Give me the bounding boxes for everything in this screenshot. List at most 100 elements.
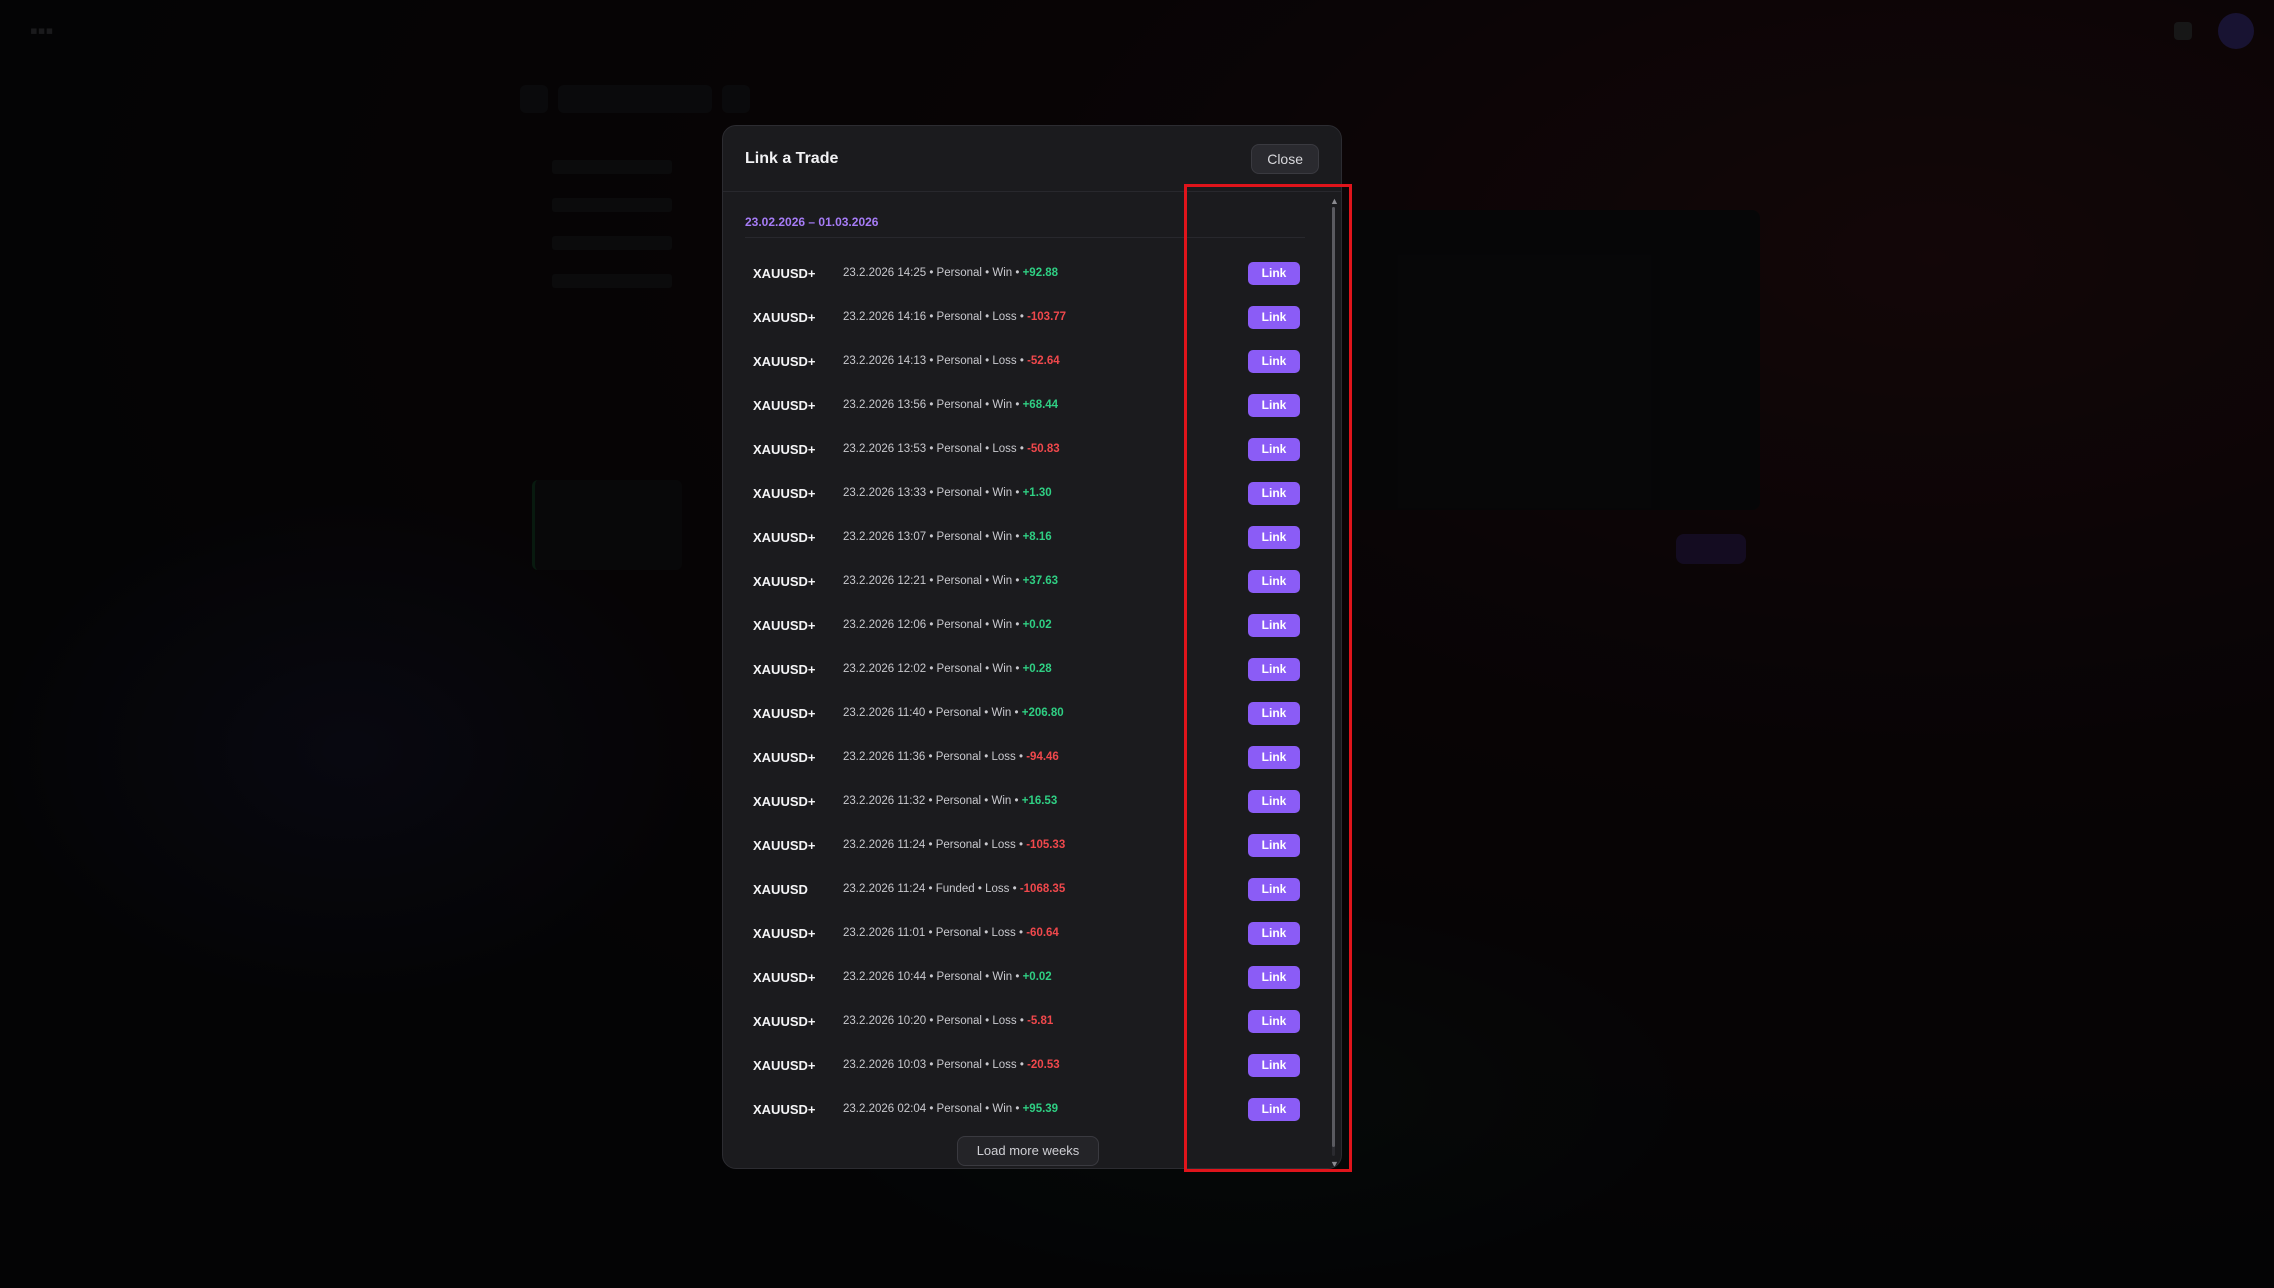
trade-details: 23.2.2026 13:07 • Personal • Win • +8.16	[843, 531, 1052, 543]
trade-meta-text: 23.2.2026 14:25 • Personal • Win •	[843, 267, 1023, 279]
trade-symbol: XAUUSD+	[753, 1057, 816, 1073]
trade-row: XAUUSD+ 23.2.2026 11:24 • Personal • Loss…	[723, 823, 1323, 867]
trade-details: 23.2.2026 12:02 • Personal • Win • +0.28	[843, 663, 1052, 675]
trade-details: 23.2.2026 11:01 • Personal • Loss • -60.…	[843, 927, 1059, 939]
trade-row: XAUUSD+ 23.2.2026 13:56 • Personal • Win …	[723, 383, 1323, 427]
trade-pnl: +37.63	[1022, 575, 1059, 587]
trade-details: 23.2.2026 02:04 • Personal • Win • +95.3…	[843, 1103, 1058, 1115]
link-trade-button[interactable]: Link	[1248, 305, 1300, 329]
link-trade-button[interactable]: Link	[1248, 481, 1300, 505]
link-trade-button[interactable]: Link	[1248, 1009, 1300, 1033]
trade-pnl: +92.88	[1022, 267, 1059, 279]
trade-row: XAUUSD+ 23.2.2026 11:36 • Personal • Loss…	[723, 735, 1323, 779]
trade-pnl: -60.64	[1026, 927, 1059, 939]
trade-meta-text: 23.2.2026 10:20 • Personal • Loss •	[843, 1015, 1028, 1027]
trade-row: XAUUSD+ 23.2.2026 10:03 • Personal • Loss…	[723, 1043, 1323, 1087]
trade-symbol: XAUUSD	[753, 881, 808, 897]
trade-row: XAUUSD+ 23.2.2026 12:02 • Personal • Win …	[723, 647, 1323, 691]
scrollbar[interactable]: ▲ ▼	[1329, 193, 1339, 1169]
trade-symbol: XAUUSD+	[753, 397, 816, 413]
link-trade-button[interactable]: Link	[1248, 921, 1300, 945]
trade-pnl: +95.39	[1022, 1103, 1059, 1115]
trade-meta-text: 23.2.2026 13:53 • Personal • Loss •	[843, 443, 1028, 455]
trade-pnl: +0.28	[1022, 663, 1052, 675]
trade-row: XAUUSD+ 23.2.2026 11:32 • Personal • Win …	[723, 779, 1323, 823]
trade-pnl: -94.46	[1026, 751, 1059, 763]
link-trade-button[interactable]: Link	[1248, 745, 1300, 769]
trade-symbol: XAUUSD+	[753, 1013, 816, 1029]
link-trade-button[interactable]: Link	[1248, 1097, 1300, 1121]
trade-list: XAUUSD+ 23.2.2026 14:25 • Personal • Win …	[723, 251, 1323, 1131]
trade-meta-text: 23.2.2026 11:40 • Personal • Win •	[843, 707, 1022, 719]
trade-row: XAUUSD+ 23.2.2026 13:07 • Personal • Win …	[723, 515, 1323, 559]
trade-symbol: XAUUSD+	[753, 793, 816, 809]
trade-details: 23.2.2026 11:24 • Funded • Loss • -1068.…	[843, 883, 1065, 895]
trade-details: 23.2.2026 12:06 • Personal • Win • +0.02	[843, 619, 1052, 631]
trade-row: XAUUSD+ 23.2.2026 11:40 • Personal • Win …	[723, 691, 1323, 735]
trade-meta-text: 23.2.2026 13:33 • Personal • Win •	[843, 487, 1023, 499]
link-trade-button[interactable]: Link	[1248, 393, 1300, 417]
trade-symbol: XAUUSD+	[753, 705, 816, 721]
trade-meta-text: 23.2.2026 14:13 • Personal • Loss •	[843, 355, 1028, 367]
trade-pnl: +16.53	[1021, 795, 1058, 807]
link-trade-button[interactable]: Link	[1248, 437, 1300, 461]
trade-row: XAUUSD+ 23.2.2026 10:44 • Personal • Win …	[723, 955, 1323, 999]
trade-meta-text: 23.2.2026 12:06 • Personal • Win •	[843, 619, 1023, 631]
trade-details: 23.2.2026 11:32 • Personal • Win • +16.5…	[843, 795, 1057, 807]
trade-meta-text: 23.2.2026 11:24 • Funded • Loss •	[843, 883, 1020, 895]
trade-pnl: +8.16	[1022, 531, 1052, 543]
trade-meta-text: 23.2.2026 12:21 • Personal • Win •	[843, 575, 1023, 587]
trade-meta-text: 23.2.2026 12:02 • Personal • Win •	[843, 663, 1023, 675]
close-button[interactable]: Close	[1251, 143, 1319, 174]
trade-pnl: +68.44	[1022, 399, 1059, 411]
trade-meta-text: 23.2.2026 11:36 • Personal • Loss •	[843, 751, 1027, 763]
trade-row: XAUUSD+ 23.2.2026 10:20 • Personal • Loss…	[723, 999, 1323, 1043]
trade-details: 23.2.2026 11:40 • Personal • Win • +206.…	[843, 707, 1064, 719]
modal-body[interactable]: 23.02.2026 – 01.03.2026 XAUUSD+ 23.2.2026…	[723, 193, 1341, 1168]
trade-meta-text: 23.2.2026 11:01 • Personal • Loss •	[843, 927, 1027, 939]
trade-pnl: +0.02	[1022, 619, 1052, 631]
trade-symbol: XAUUSD+	[753, 837, 816, 853]
trade-row: XAUUSD+ 23.2.2026 14:25 • Personal • Win …	[723, 251, 1323, 295]
link-trade-button[interactable]: Link	[1248, 1053, 1300, 1077]
link-trade-button[interactable]: Link	[1248, 965, 1300, 989]
trade-symbol: XAUUSD+	[753, 969, 816, 985]
link-trade-button[interactable]: Link	[1248, 525, 1300, 549]
trade-symbol: XAUUSD+	[753, 353, 816, 369]
link-trade-button[interactable]: Link	[1248, 833, 1300, 857]
trade-row: XAUUSD 23.2.2026 11:24 • Funded • Loss • …	[723, 867, 1323, 911]
link-trade-button[interactable]: Link	[1248, 569, 1300, 593]
trade-row: XAUUSD+ 23.2.2026 13:33 • Personal • Win …	[723, 471, 1323, 515]
trade-meta-text: 23.2.2026 13:07 • Personal • Win •	[843, 531, 1023, 543]
trade-symbol: XAUUSD+	[753, 749, 816, 765]
trade-meta-text: 23.2.2026 11:32 • Personal • Win •	[843, 795, 1022, 807]
trade-details: 23.2.2026 11:24 • Personal • Loss • -105…	[843, 839, 1065, 851]
link-trade-modal: Link a Trade Close 23.02.2026 – 01.03.20…	[722, 125, 1342, 1169]
trade-row: XAUUSD+ 23.2.2026 02:04 • Personal • Win …	[723, 1087, 1323, 1131]
trade-details: 23.2.2026 12:21 • Personal • Win • +37.6…	[843, 575, 1058, 587]
link-trade-button[interactable]: Link	[1248, 789, 1300, 813]
trade-details: 23.2.2026 10:20 • Personal • Loss • -5.8…	[843, 1015, 1053, 1027]
trade-pnl: -105.33	[1026, 839, 1066, 851]
trade-symbol: XAUUSD+	[753, 573, 816, 589]
trade-details: 23.2.2026 11:36 • Personal • Loss • -94.…	[843, 751, 1059, 763]
link-trade-button[interactable]: Link	[1248, 613, 1300, 637]
link-trade-button[interactable]: Link	[1248, 877, 1300, 901]
link-trade-button[interactable]: Link	[1248, 701, 1300, 725]
trade-pnl: +206.80	[1021, 707, 1064, 719]
trade-pnl: -1068.35	[1019, 883, 1066, 895]
modal-header: Link a Trade Close	[723, 126, 1341, 192]
chevron-up-icon[interactable]: ▲	[1330, 197, 1339, 206]
trade-row: XAUUSD+ 23.2.2026 13:53 • Personal • Loss…	[723, 427, 1323, 471]
load-more-weeks-button[interactable]: Load more weeks	[957, 1136, 1099, 1166]
link-trade-button[interactable]: Link	[1248, 349, 1300, 373]
chevron-down-icon[interactable]: ▼	[1330, 1160, 1339, 1169]
link-trade-button[interactable]: Link	[1248, 261, 1300, 285]
trade-details: 23.2.2026 10:44 • Personal • Win • +0.02	[843, 971, 1052, 983]
link-trade-button[interactable]: Link	[1248, 657, 1300, 681]
trade-pnl: -52.64	[1027, 355, 1060, 367]
scroll-thumb[interactable]	[1332, 207, 1335, 1147]
modal-title: Link a Trade	[745, 149, 839, 167]
trade-meta-text: 23.2.2026 14:16 • Personal • Loss •	[843, 311, 1028, 323]
trade-row: XAUUSD+ 23.2.2026 12:21 • Personal • Win …	[723, 559, 1323, 603]
